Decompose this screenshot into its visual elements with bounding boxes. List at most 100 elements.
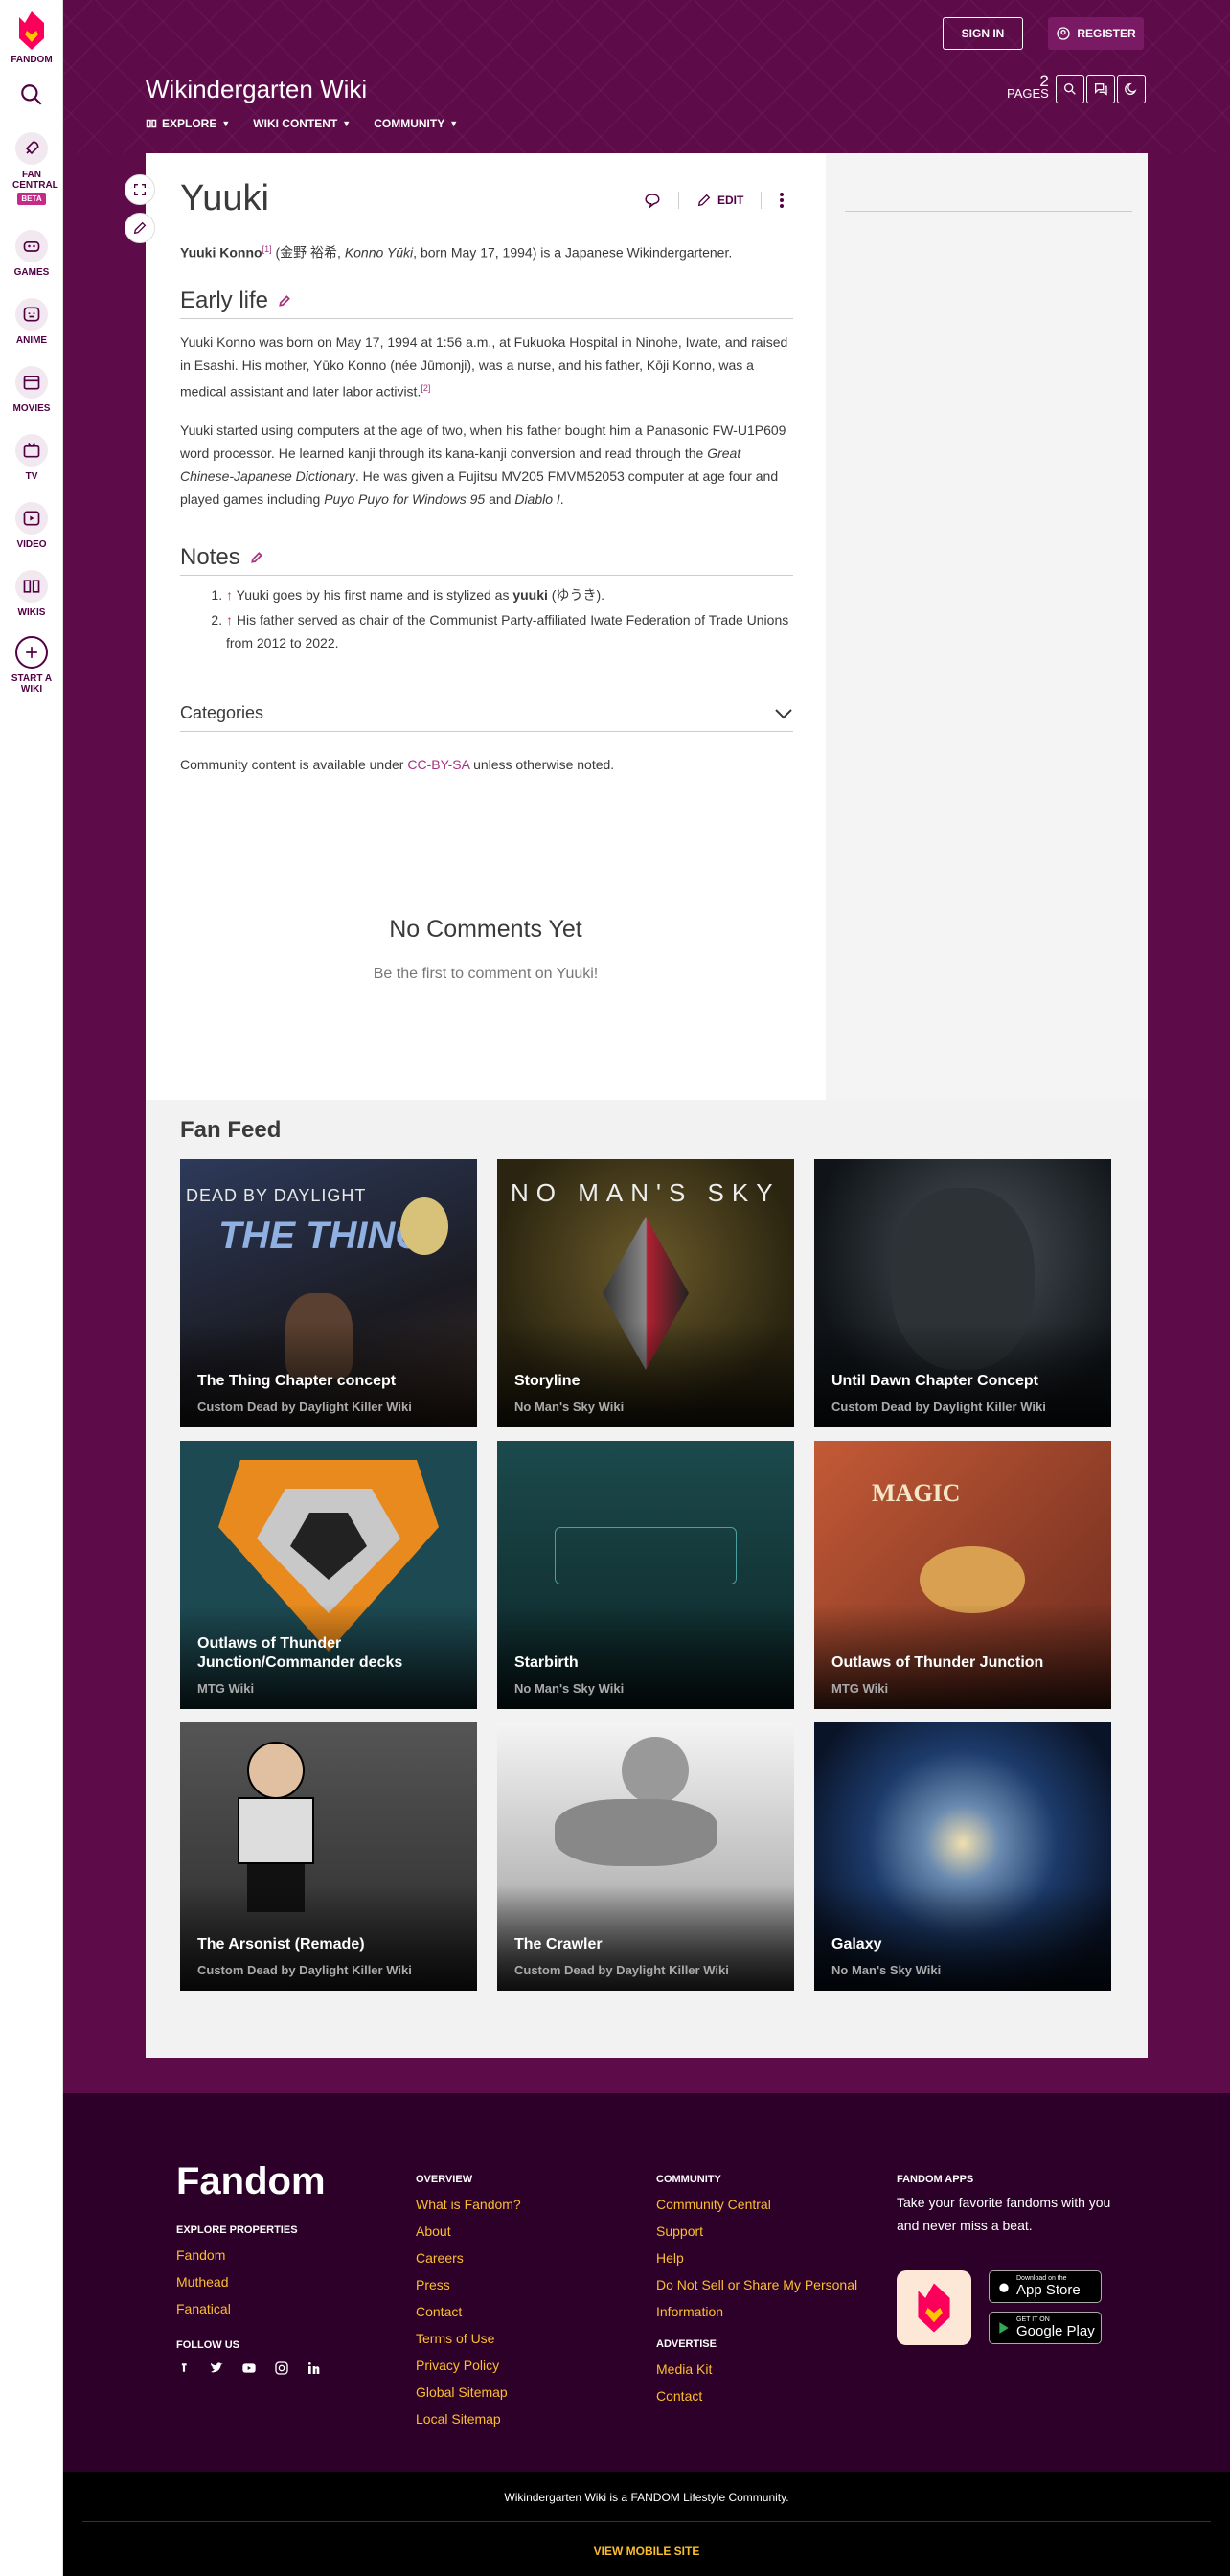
- facebook-icon[interactable]: [176, 2360, 192, 2376]
- sign-in-button[interactable]: SIGN IN: [943, 17, 1023, 50]
- fan-feed-card[interactable]: The Arsonist (Remade) Custom Dead by Day…: [180, 1722, 477, 1991]
- fan-feed-card[interactable]: NO MAN'S SKY Storyline No Man's Sky Wiki: [497, 1159, 794, 1427]
- footer-link[interactable]: Privacy Policy: [416, 2352, 521, 2379]
- youtube-icon[interactable]: [241, 2360, 257, 2376]
- wiki-search-button[interactable]: [1056, 75, 1084, 103]
- search-icon: [1064, 83, 1076, 95]
- footer-logo[interactable]: Fandom: [176, 2160, 326, 2203]
- fan-feed-card[interactable]: Outlaws of Thunder Junction/Commander de…: [180, 1441, 477, 1709]
- footer-link[interactable]: Muthead: [176, 2268, 322, 2295]
- view-mobile-site-link[interactable]: VIEW MOBILE SITE: [63, 2544, 1230, 2558]
- fan-feed-card[interactable]: MAGIC Outlaws of Thunder Junction MTG Wi…: [814, 1441, 1111, 1709]
- discussions-icon: [1095, 83, 1107, 96]
- pencil-icon[interactable]: [250, 551, 263, 564]
- nav-tv[interactable]: TV: [0, 434, 63, 482]
- footer-link[interactable]: Careers: [416, 2245, 521, 2271]
- fan-feed-card[interactable]: The Crawler Custom Dead by Daylight Kill…: [497, 1722, 794, 1991]
- footer-link[interactable]: Contact: [416, 2298, 521, 2325]
- clapperboard-icon: [23, 376, 40, 390]
- footer-link[interactable]: Local Sitemap: [416, 2405, 521, 2432]
- backlink-arrow[interactable]: ↑: [226, 612, 233, 627]
- nav-start-wiki[interactable]: START A WIKI: [0, 636, 63, 695]
- footer-link[interactable]: Help: [656, 2245, 877, 2271]
- footer-link[interactable]: Terms of Use: [416, 2325, 521, 2352]
- footer-link[interactable]: Global Sitemap: [416, 2379, 521, 2405]
- nav-movies[interactable]: MOVIES: [0, 366, 63, 414]
- nav-explore-label: EXPLORE: [162, 117, 217, 130]
- fan-feed-card[interactable]: DEAD BY DAYLIGHT THE THING The Thing Cha…: [180, 1159, 477, 1427]
- linkedin-icon[interactable]: [307, 2360, 322, 2376]
- comment-prompt[interactable]: Be the first to comment on Yuuki!: [146, 966, 826, 983]
- more-options-icon[interactable]: [779, 192, 785, 209]
- book-icon: [23, 580, 40, 593]
- footer-link[interactable]: Support: [656, 2218, 877, 2245]
- early-life-p2-e: and: [485, 490, 515, 507]
- app-store-button[interactable]: Download on the App Store: [989, 2270, 1102, 2303]
- footer-explore: EXPLORE PROPERTIES Fandom Muthead Fanati…: [176, 2224, 322, 2376]
- chevron-down-icon: ▼: [221, 119, 231, 128]
- footer-link[interactable]: Contact: [656, 2382, 877, 2409]
- note1-a: Yuuki goes by his first name and is styl…: [233, 587, 513, 603]
- early-life-heading-text: Early life: [180, 287, 269, 313]
- video-label: VIDEO: [16, 539, 47, 550]
- nav-wiki-content[interactable]: WIKI CONTENT ▼: [253, 117, 351, 130]
- article: Yuuki EDIT Yuuki Konno[1] (金野 裕希, Konno …: [125, 153, 826, 1100]
- footer-link[interactable]: Do Not Sell or Share My Personal Informa…: [656, 2271, 877, 2325]
- global-search[interactable]: [0, 82, 63, 110]
- twitter-icon[interactable]: [209, 2360, 224, 2376]
- google-play-button[interactable]: GET IT ON Google Play: [989, 2312, 1102, 2344]
- nav-games[interactable]: GAMES: [0, 230, 63, 278]
- wiki-title[interactable]: Wikindergarten Wiki: [146, 75, 367, 104]
- search-icon: [21, 84, 42, 105]
- backlink-arrow[interactable]: ↑: [226, 587, 233, 603]
- nav-community[interactable]: COMMUNITY ▼: [374, 117, 458, 130]
- pencil-icon[interactable]: [278, 294, 291, 308]
- card-title: Starbirth: [514, 1654, 579, 1671]
- fullscreen-button[interactable]: [125, 174, 155, 205]
- license-notice: Community content is available under CC-…: [180, 757, 614, 772]
- fandom-app-tile[interactable]: [897, 2270, 971, 2345]
- social-links: [176, 2360, 322, 2376]
- card-art-subtext: THE THING: [218, 1215, 425, 1257]
- card-title: Outlaws of Thunder Junction/Commander de…: [197, 1635, 403, 1671]
- footer-link[interactable]: Media Kit: [656, 2356, 877, 2382]
- register-button[interactable]: REGISTER: [1048, 17, 1144, 50]
- play-icon: [23, 511, 40, 526]
- categories-toggle[interactable]: Categories: [180, 695, 793, 732]
- quick-edit-button[interactable]: [125, 213, 155, 243]
- card-wiki: MTG Wiki: [831, 1681, 889, 1696]
- footer-link[interactable]: What is Fandom?: [416, 2191, 521, 2218]
- card-wiki: Custom Dead by Daylight Killer Wiki: [197, 1400, 412, 1414]
- footer-link[interactable]: About: [416, 2218, 521, 2245]
- nav-wikis[interactable]: WIKIS: [0, 570, 63, 618]
- fandom-logo-icon: [19, 11, 44, 50]
- divider: [761, 192, 763, 209]
- discussions-button[interactable]: [1086, 75, 1115, 103]
- nav-video[interactable]: VIDEO: [0, 502, 63, 550]
- nav-fan-central[interactable]: FAN CENTRAL BETA: [0, 132, 63, 205]
- theme-toggle-button[interactable]: [1117, 75, 1146, 103]
- start-wiki-label: START A WIKI: [11, 673, 53, 695]
- footer-link[interactable]: Fandom: [176, 2242, 322, 2268]
- card-title: Until Dawn Chapter Concept: [831, 1373, 1039, 1389]
- nav-anime[interactable]: ANIME: [0, 298, 63, 346]
- footer-link[interactable]: Fanatical: [176, 2295, 322, 2322]
- fan-feed-card[interactable]: Starbirth No Man's Sky Wiki: [497, 1441, 794, 1709]
- fan-feed-card[interactable]: Galaxy No Man's Sky Wiki: [814, 1722, 1111, 1991]
- instagram-icon[interactable]: [274, 2360, 289, 2376]
- note1-c: (ゆうき).: [547, 587, 605, 603]
- footer-link[interactable]: Community Central: [656, 2191, 877, 2218]
- nav-explore[interactable]: EXPLORE ▼: [146, 117, 230, 130]
- pages-label: PAGES: [1007, 86, 1049, 101]
- footer-link[interactable]: Press: [416, 2271, 521, 2298]
- comment-icon[interactable]: [644, 192, 661, 209]
- nav-community-label: COMMUNITY: [374, 117, 445, 130]
- fandom-logo-icon: [918, 2283, 950, 2333]
- card-title: The Crawler: [514, 1936, 603, 1952]
- reference-1[interactable]: [1]: [262, 244, 272, 254]
- fan-feed-card[interactable]: Until Dawn Chapter Concept Custom Dead b…: [814, 1159, 1111, 1427]
- reference-2[interactable]: [2]: [421, 383, 430, 393]
- fandom-home-link[interactable]: FANDOM: [0, 10, 63, 65]
- edit-button[interactable]: EDIT: [696, 193, 743, 208]
- license-link[interactable]: CC-BY-SA: [407, 757, 469, 772]
